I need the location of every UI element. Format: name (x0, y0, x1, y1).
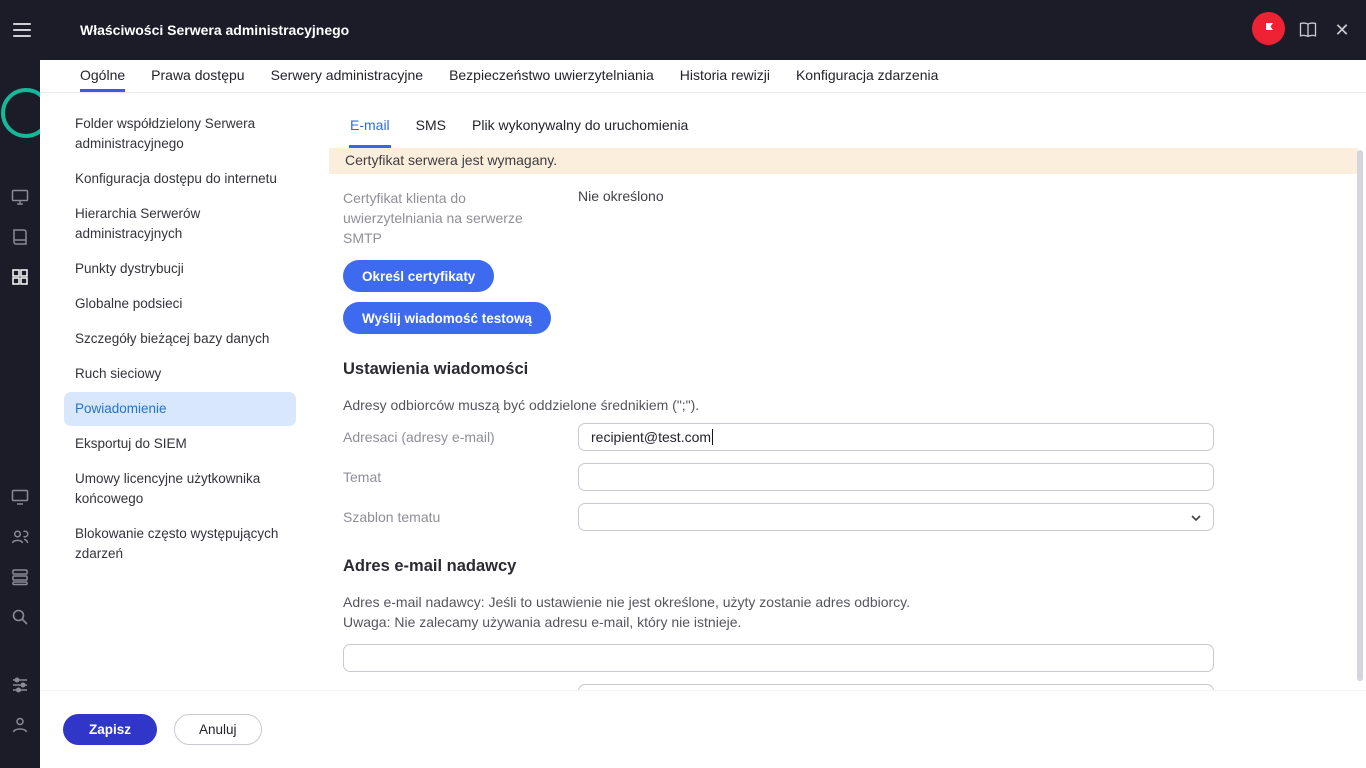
window-title: Właściwości Serwera administracyjnego (80, 22, 350, 38)
save-button[interactable]: Zapisz (63, 714, 158, 745)
tab-historia-rewizji[interactable]: Historia rewizji (680, 60, 770, 92)
subject-label: Temat (343, 469, 382, 485)
tab-prawa-dostepu[interactable]: Prawa dostępu (151, 60, 244, 92)
monitoring-monitor-icon[interactable] (10, 487, 30, 507)
certificate-warning-banner: Certyfikat serwera jest wymagany. (329, 148, 1358, 174)
subtab-email[interactable]: E-mail (349, 117, 391, 148)
subject-template-label: Szablon tematu (343, 509, 441, 525)
recipients-input[interactable]: recipient@test.com (578, 423, 1214, 451)
account-user-icon[interactable] (10, 715, 30, 735)
subject-template-row: Szablon tematu (343, 503, 1366, 531)
deployment-monitor-icon[interactable] (10, 187, 30, 207)
action-footer: Zapisz Anuluj (40, 690, 1366, 768)
nav-item-konfiguracja-dostepu[interactable]: Konfiguracja dostępu do internetu (64, 162, 296, 196)
catalog-book-icon[interactable] (10, 227, 30, 247)
client-certificate-value: Nie określono (578, 188, 664, 204)
client-certificate-label: Certyfikat klienta do uwierzytelniania n… (343, 190, 523, 246)
sender-email-input[interactable] (343, 644, 1214, 672)
devices-grid-icon[interactable] (10, 267, 30, 287)
documentation-book-icon[interactable] (1297, 19, 1319, 41)
nav-item-szczegoly-bazy[interactable]: Szczegóły bieżącej bazy danych (64, 322, 296, 356)
icon-rail (0, 60, 40, 768)
nav-item-blokowanie-zdarzen[interactable]: Blokowanie często występujących zdarzeń (64, 517, 296, 571)
nav-item-punkty-dystrybucji[interactable]: Punkty dystrybucji (64, 252, 296, 286)
nav-item-hierarchia-serwerow[interactable]: Hierarchia Serwerów administracyjnych (64, 197, 296, 251)
client-certificate-row: Certyfikat klienta do uwierzytelniania n… (343, 188, 1366, 248)
send-test-message-button[interactable]: Wyślij wiadomość testową (343, 302, 552, 334)
repositories-stack-icon[interactable] (10, 567, 30, 587)
tab-bezpieczenstwo-uwierzytelniania[interactable]: Bezpieczeństwo uwierzytelniania (449, 60, 654, 92)
tab-ogolne[interactable]: Ogólne (80, 60, 126, 92)
users-icon[interactable] (10, 527, 30, 547)
nav-item-globalne-podsieci[interactable]: Globalne podsieci (64, 287, 296, 321)
recipients-hint: Adresy odbiorców muszą być oddzielone śr… (343, 397, 700, 413)
email-settings-scroll-area: Certyfikat serwera jest wymagany. Certyf… (312, 148, 1366, 690)
tab-konfiguracja-zdarzenia[interactable]: Konfiguracja zdarzenia (796, 60, 938, 92)
title-bar: Właściwości Serwera administracyjnego ✕ (0, 0, 1366, 60)
notification-settings-panel: E-mail SMS Plik wykonywalny do uruchomie… (312, 93, 1366, 768)
nav-item-umowy-licencyjne[interactable]: Umowy licencyjne użytkownika końcowego (64, 462, 296, 516)
app-window: Właściwości Serwera administracyjnego ✕ (0, 0, 1366, 768)
brand-ring-decoration (1, 88, 40, 138)
specify-certificates-button[interactable]: Określ certyfikaty (343, 260, 495, 292)
recipients-input-value: recipient@test.com (591, 429, 712, 445)
sender-hint-2: Uwaga: Nie zalecamy używania adresu e-ma… (343, 614, 742, 630)
kaspersky-logo-icon[interactable] (1252, 12, 1285, 45)
tab-serwery-administracyjne[interactable]: Serwery administracyjne (271, 60, 424, 92)
banner-text: Certyfikat serwera jest wymagany. (345, 152, 558, 168)
nav-item-ruch-sieciowy[interactable]: Ruch sieciowy (64, 357, 296, 391)
text-caret (712, 429, 714, 445)
close-icon[interactable]: ✕ (1331, 19, 1353, 41)
subject-template-select[interactable] (578, 503, 1214, 531)
sender-hint-1: Adres e-mail nadawcy: Jeśli to ustawieni… (343, 594, 911, 610)
hamburger-menu-icon[interactable] (13, 23, 31, 37)
vertical-scrollbar[interactable] (1357, 150, 1363, 681)
search-icon[interactable] (10, 607, 30, 627)
notification-subtabs: E-mail SMS Plik wykonywalny do uruchomie… (312, 93, 1366, 148)
flag-glyph (1265, 22, 1273, 35)
nav-item-powiadomienie[interactable]: Powiadomienie (64, 392, 296, 426)
recipients-label: Adresaci (adresy e-mail) (343, 429, 495, 445)
subject-row: Temat (343, 463, 1366, 491)
subject-input[interactable] (578, 463, 1214, 491)
recipients-row: Adresaci (adresy e-mail) recipient@test.… (343, 423, 1366, 451)
subtab-sms[interactable]: SMS (415, 117, 447, 148)
settings-section-list: Folder współdzielony Serwera administrac… (40, 93, 312, 690)
chevron-down-icon (1189, 511, 1203, 528)
sender-heading: Adres e-mail nadawcy (343, 557, 517, 575)
subtab-plik-wykonywalny[interactable]: Plik wykonywalny do uruchomienia (471, 117, 689, 148)
settings-sliders-icon[interactable] (10, 675, 30, 695)
message-settings-heading: Ustawienia wiadomości (343, 360, 529, 378)
nav-item-folder-wspoldzielony[interactable]: Folder współdzielony Serwera administrac… (64, 107, 296, 161)
nav-item-eksportuj-siem[interactable]: Eksportuj do SIEM (64, 427, 296, 461)
main-tab-bar: Ogólne Prawa dostępu Serwery administrac… (40, 60, 1366, 93)
cancel-button[interactable]: Anuluj (174, 714, 262, 745)
